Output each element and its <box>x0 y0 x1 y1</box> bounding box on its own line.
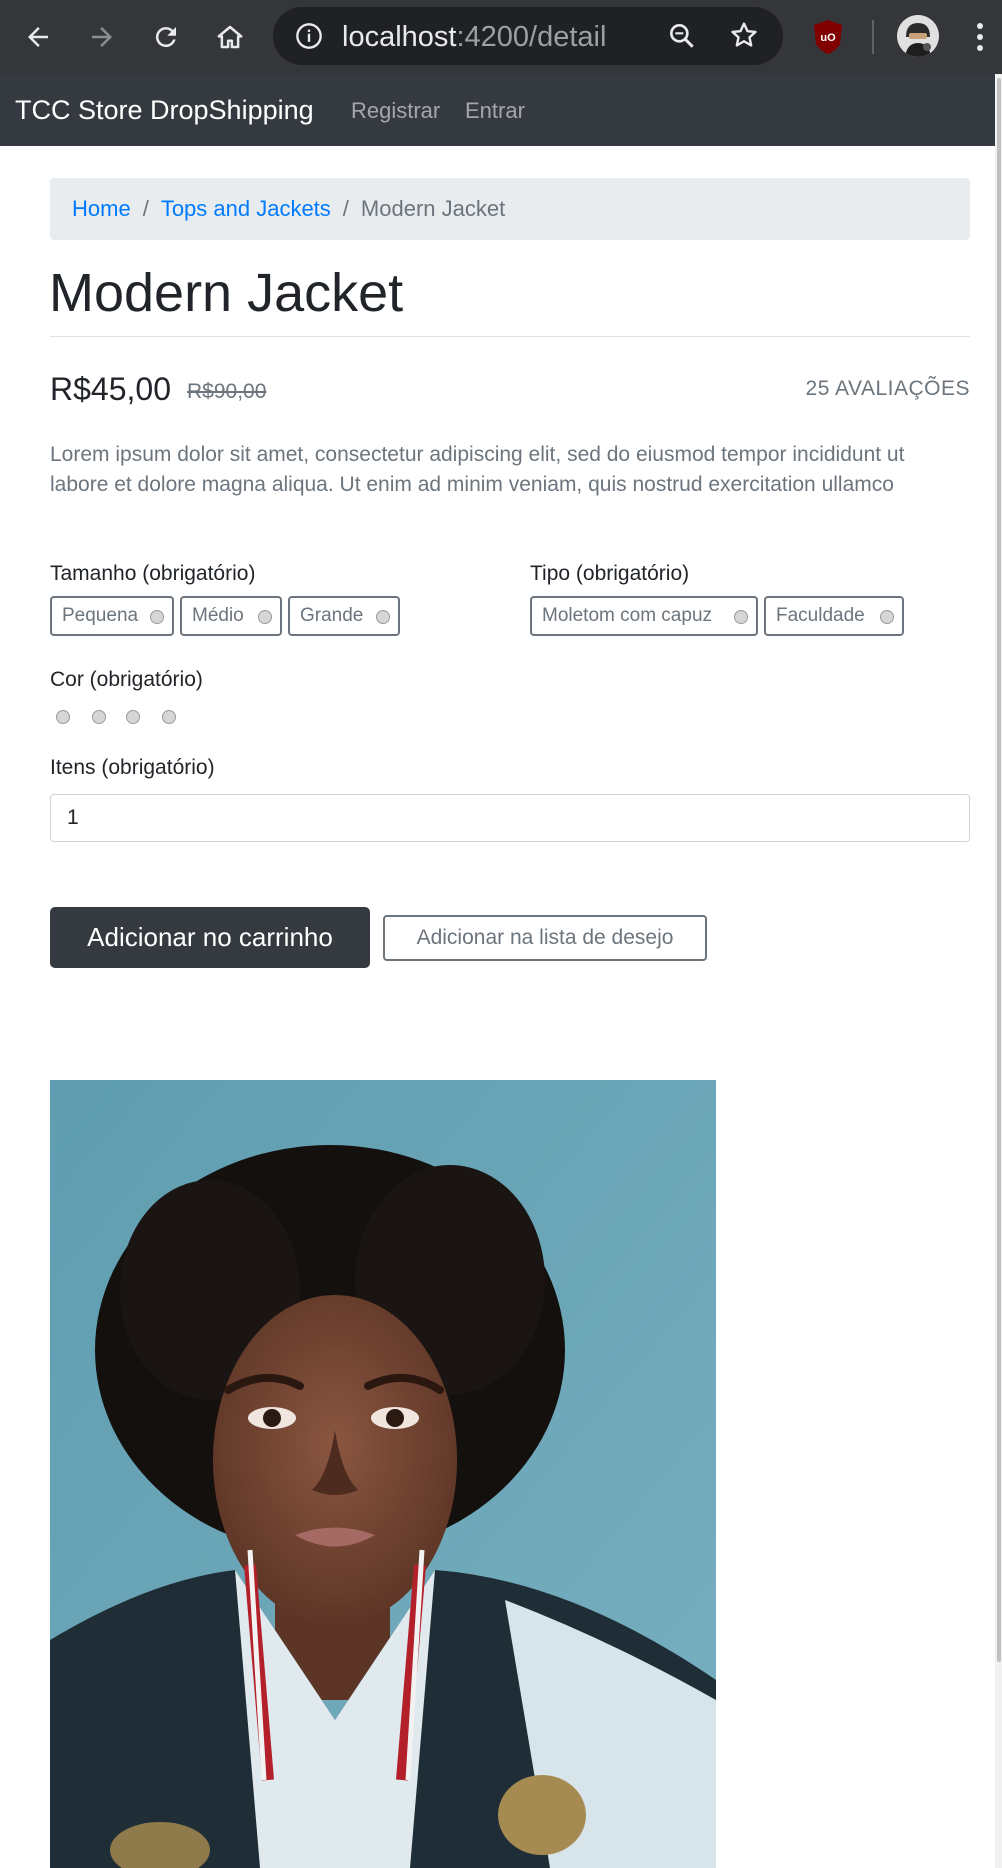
color-option-1[interactable] <box>56 710 70 724</box>
product-image <box>50 1080 716 1868</box>
radio-button[interactable] <box>150 610 164 624</box>
nav-link-entrar[interactable]: Entrar <box>465 98 525 124</box>
radio-button[interactable] <box>376 610 390 624</box>
browser-toolbar: localhost:4200/detail uO <box>0 0 1002 74</box>
size-label: Tamanho (obrigatório) <box>50 562 256 585</box>
product-old-price: R$90,00 <box>187 380 267 403</box>
radio-button[interactable] <box>734 610 748 624</box>
items-label: Itens (obrigatório) <box>50 756 215 779</box>
breadcrumb-separator: / <box>342 196 349 221</box>
add-to-cart-button[interactable]: Adicionar no carrinho <box>50 907 370 968</box>
url-text: localhost:4200/detail <box>342 21 607 53</box>
product-title: Modern Jacket <box>49 263 404 323</box>
more-icon[interactable] <box>968 16 992 58</box>
breadcrumb-current: Modern Jacket <box>360 196 506 221</box>
size-option-medio[interactable]: Médio <box>180 596 282 636</box>
breadcrumb-home[interactable]: Home <box>72 196 131 221</box>
type-option-moletom[interactable]: Moletom com capuz <box>530 596 758 636</box>
site-navbar: TCC Store DropShipping Registrar Entrar <box>0 74 995 146</box>
items-quantity-input[interactable]: 1 <box>50 794 970 842</box>
add-to-wishlist-button[interactable]: Adicionar na lista de desejo <box>383 915 707 961</box>
brand-link[interactable]: TCC Store DropShipping <box>15 94 314 126</box>
svg-text:uO: uO <box>820 32 836 44</box>
product-description: Lorem ipsum dolor sit amet, consectetur … <box>50 443 905 496</box>
color-option-4[interactable] <box>162 710 176 724</box>
type-label: Tipo (obrigatório) <box>530 562 690 585</box>
radio-button[interactable] <box>258 610 272 624</box>
forward-icon[interactable] <box>79 14 125 60</box>
toolbar-divider <box>872 20 874 54</box>
size-option-label: Médio <box>192 605 244 626</box>
breadcrumb-category[interactable]: Tops and Jackets <box>161 196 331 221</box>
size-option-label: Grande <box>300 605 364 626</box>
scrollbar-thumb[interactable] <box>997 78 1001 1662</box>
zoom-icon[interactable] <box>666 20 698 52</box>
back-icon[interactable] <box>15 14 61 60</box>
product-price: R$45,00 <box>50 371 171 407</box>
nav-link-registrar[interactable]: Registrar <box>351 98 440 124</box>
size-option-label: Pequena <box>62 605 139 626</box>
reload-icon[interactable] <box>143 14 189 60</box>
size-option-pequena[interactable]: Pequena <box>50 596 174 636</box>
breadcrumb: Home / Tops and Jackets / Modern Jacket <box>50 178 970 240</box>
color-option-3[interactable] <box>126 710 140 724</box>
breadcrumb-separator: / <box>142 196 149 221</box>
title-divider <box>50 336 970 337</box>
color-option-2[interactable] <box>92 710 106 724</box>
type-option-faculdade[interactable]: Faculdade <box>764 596 904 636</box>
size-option-grande[interactable]: Grande <box>288 596 400 636</box>
type-option-label: Moletom com capuz <box>542 605 713 626</box>
color-label: Cor (obrigatório) <box>50 668 203 691</box>
star-icon[interactable] <box>728 19 760 51</box>
info-icon[interactable] <box>295 22 323 50</box>
radio-button[interactable] <box>880 610 894 624</box>
ublock-icon[interactable]: uO <box>810 18 846 56</box>
home-icon[interactable] <box>207 14 253 60</box>
reviews-count[interactable]: 25 AVALIAÇÕES <box>806 376 970 402</box>
profile-avatar[interactable] <box>897 15 939 57</box>
type-option-label: Faculdade <box>776 605 865 626</box>
address-bar[interactable]: localhost:4200/detail <box>273 7 783 65</box>
